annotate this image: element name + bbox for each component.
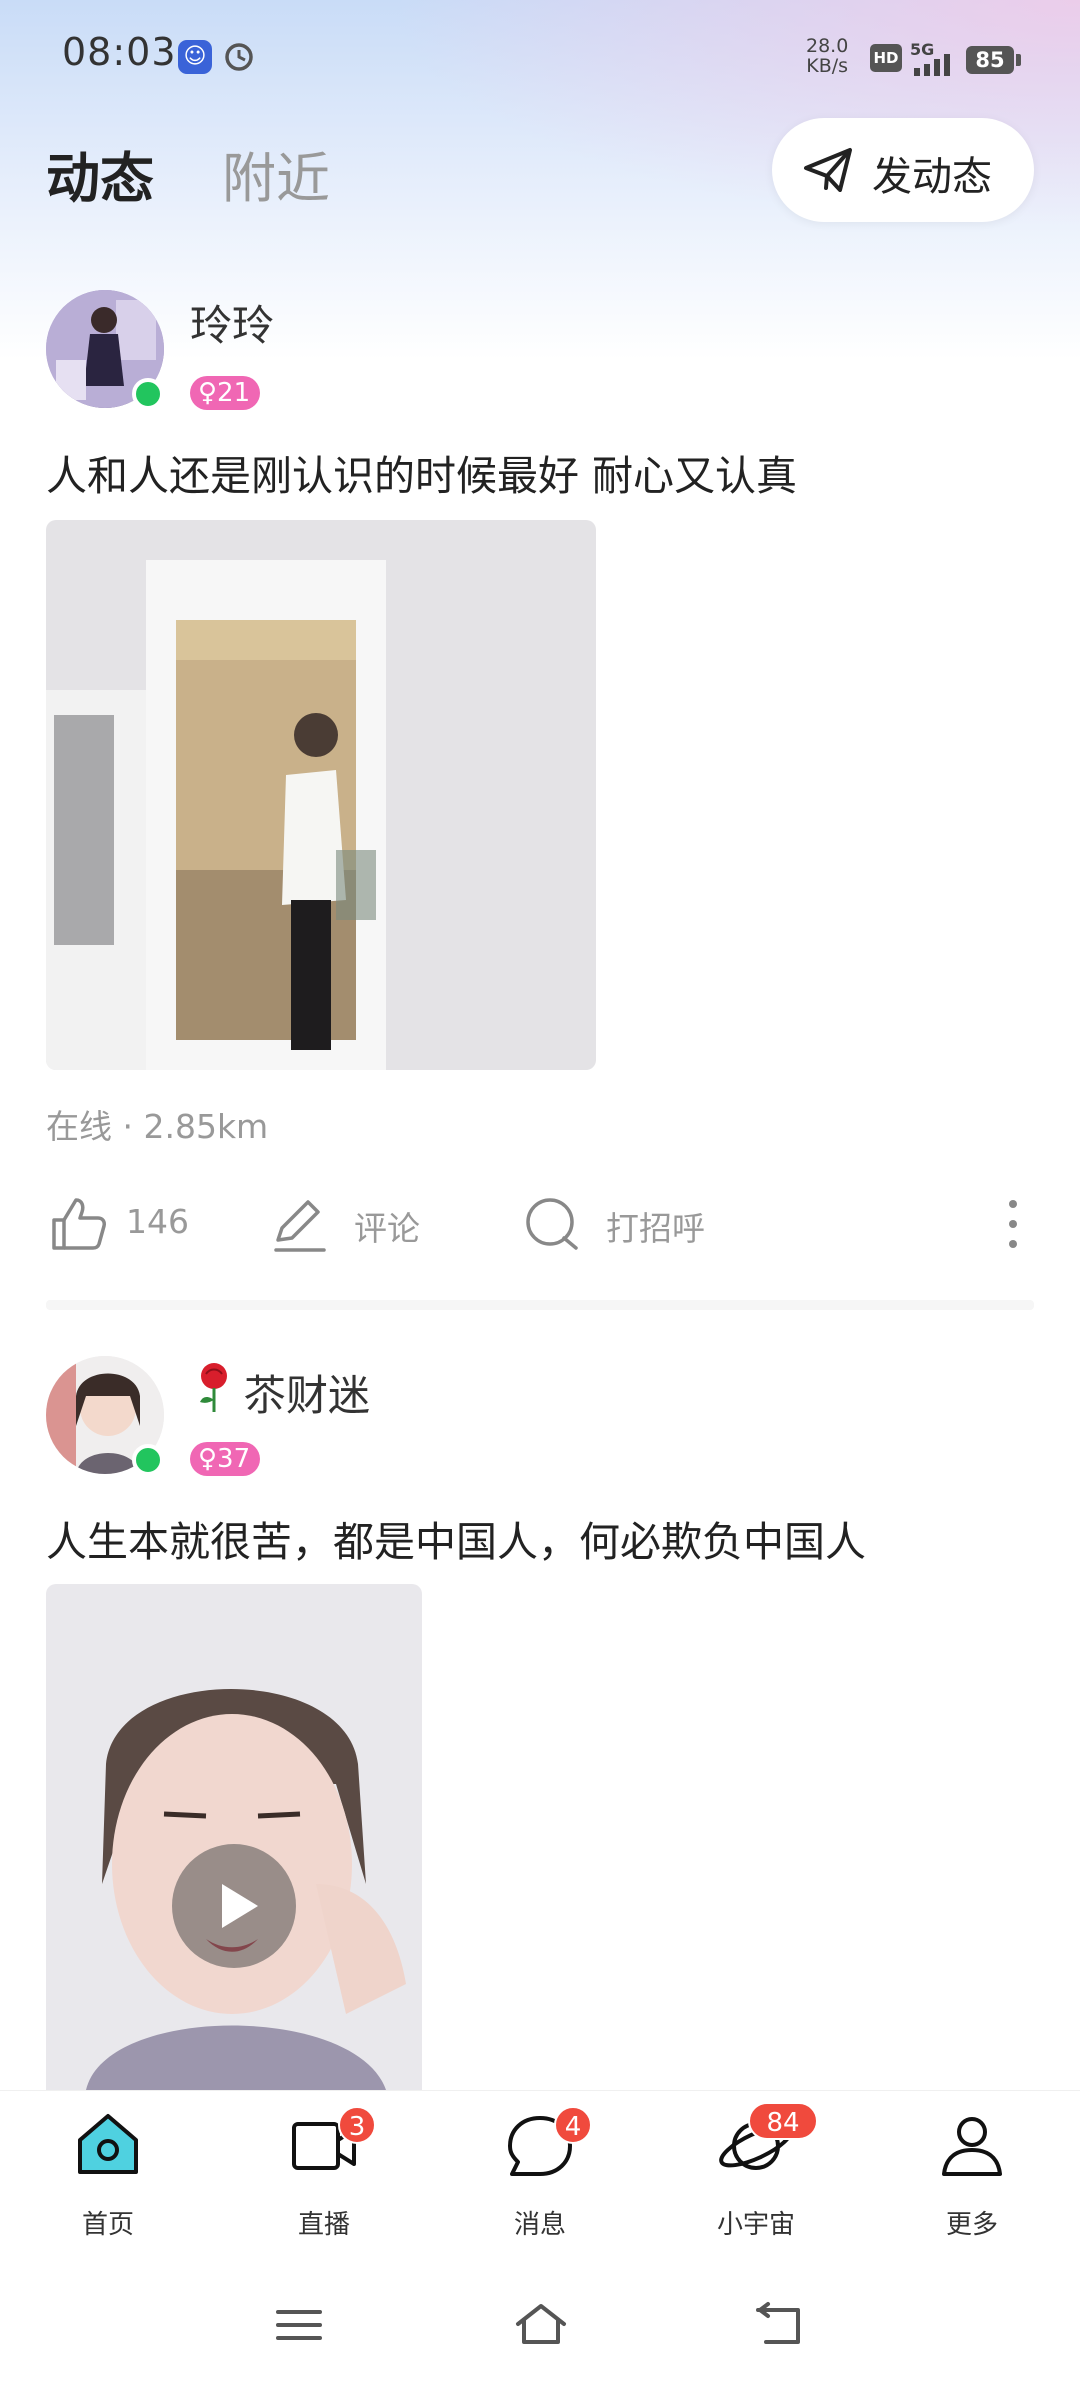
signal-icon xyxy=(914,54,950,76)
more-options-icon[interactable] xyxy=(998,1196,1028,1252)
nav-item-universe[interactable]: 84 小宇宙 xyxy=(696,2102,818,2240)
network-speed: 28.0 KB/s xyxy=(806,36,848,76)
speed-unit: KB/s xyxy=(806,55,849,77)
comment-pen-icon[interactable] xyxy=(270,1194,328,1254)
username[interactable]: 玲玲 xyxy=(190,292,274,353)
menu-icon[interactable] xyxy=(272,2300,326,2350)
gender-age-badge: ♀21 xyxy=(190,376,261,410)
speed-value: 28.0 xyxy=(806,35,849,57)
post-button-label: 发动态 xyxy=(872,154,992,200)
like-icon[interactable] xyxy=(48,1194,108,1254)
post-divider xyxy=(46,1300,1034,1310)
nav-label-more: 更多 xyxy=(945,2210,998,2240)
back-icon[interactable] xyxy=(752,2300,806,2350)
post-video-thumbnail[interactable] xyxy=(46,1584,422,2090)
comment-button-label[interactable]: 评论 xyxy=(354,1202,420,1250)
post-button[interactable]: 发动态 xyxy=(772,118,1034,222)
nav-label-live: 直播 xyxy=(297,2210,350,2240)
post-text: 人和人还是刚认识的时候最好 耐心又认真 xyxy=(46,452,798,500)
tab-feed[interactable]: 动态 xyxy=(46,134,154,213)
play-icon xyxy=(222,1884,258,1928)
app-notification-icon: ☺ xyxy=(178,40,212,74)
sync-icon xyxy=(225,43,253,71)
gender-age-badge: ♀37 xyxy=(190,1442,261,1476)
nav-item-live[interactable]: 3 直播 xyxy=(264,2106,384,2240)
battery-tip xyxy=(1016,54,1021,66)
home-icon xyxy=(78,2114,138,2174)
nav-label-universe: 小宇宙 xyxy=(716,2210,795,2240)
online-indicator xyxy=(132,1444,164,1476)
like-count[interactable]: 146 xyxy=(126,1202,189,1241)
nav-badge-live: 3 xyxy=(338,2106,376,2144)
hd-badge: HD xyxy=(870,44,902,72)
battery-level: 85 xyxy=(966,46,1014,74)
online-indicator xyxy=(132,378,164,410)
username[interactable]: 苶财迷 xyxy=(244,1362,370,1423)
status-time: 08:03 xyxy=(62,30,177,74)
nav-badge-messages: 4 xyxy=(554,2106,592,2144)
post-image[interactable] xyxy=(46,520,596,1070)
greet-bubble-icon[interactable] xyxy=(522,1194,582,1254)
post-text: 人生本就很苦，都是中国人，何必欺负中国人 xyxy=(46,1518,866,1566)
post-status-distance: 在线 · 2.85km xyxy=(46,1107,269,1146)
system-home-icon[interactable] xyxy=(512,2300,570,2350)
nav-badge-universe: 84 xyxy=(748,2102,818,2140)
nav-item-more[interactable]: 更多 xyxy=(912,2108,1032,2240)
rose-icon xyxy=(200,1363,227,1412)
nav-label-messages: 消息 xyxy=(513,2210,566,2240)
post-photo xyxy=(46,520,596,1070)
tab-nearby[interactable]: 附近 xyxy=(222,134,330,213)
send-icon xyxy=(804,148,852,192)
profile-icon xyxy=(942,2117,1002,2176)
play-button[interactable] xyxy=(172,1844,296,1968)
nav-label-home: 首页 xyxy=(81,2210,134,2240)
video-frame xyxy=(46,1584,422,2090)
nav-item-home[interactable]: 首页 xyxy=(48,2108,168,2240)
nav-item-messages[interactable]: 4 消息 xyxy=(480,2106,600,2240)
greet-button-label[interactable]: 打招呼 xyxy=(606,1202,705,1250)
